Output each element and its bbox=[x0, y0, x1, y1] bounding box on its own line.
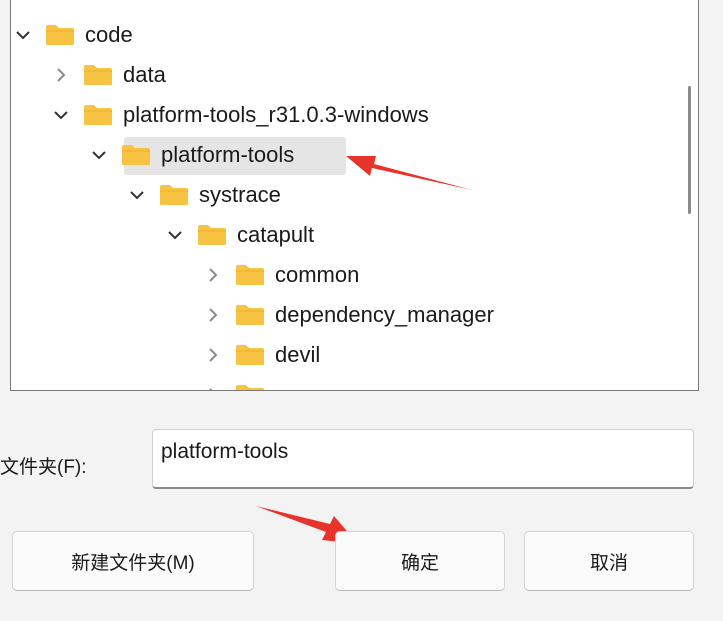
folder-input[interactable]: platform-tools bbox=[152, 429, 694, 489]
tree-item-label: code bbox=[85, 22, 133, 47]
chevron-down-icon[interactable] bbox=[165, 218, 185, 252]
folder-icon bbox=[236, 345, 264, 365]
tree-item-dependency-manager[interactable]: dependency_manager bbox=[203, 298, 494, 332]
folder-icon bbox=[122, 145, 150, 165]
tree-item-partial[interactable] bbox=[203, 378, 275, 390]
chevron-right-icon[interactable] bbox=[203, 378, 223, 390]
tree-item-label: dependency_manager bbox=[275, 302, 494, 327]
tree-item-catapult[interactable]: catapult bbox=[165, 218, 314, 252]
folder-icon bbox=[236, 385, 264, 390]
tree-item-label: data bbox=[123, 62, 166, 87]
folder-icon bbox=[46, 25, 74, 45]
folder-icon bbox=[236, 305, 264, 325]
tree-item-label: platform-tools_r31.0.3-windows bbox=[123, 102, 429, 127]
tree-item-label: platform-tools bbox=[161, 142, 295, 167]
scrollbar-thumb[interactable] bbox=[688, 86, 691, 214]
chevron-right-icon[interactable] bbox=[51, 58, 71, 92]
tree-item-label: systrace bbox=[199, 182, 281, 207]
folder-icon bbox=[198, 225, 226, 245]
chevron-right-icon[interactable] bbox=[203, 298, 223, 332]
vertical-scrollbar[interactable] bbox=[680, 0, 698, 390]
tree-item-code[interactable]: code bbox=[13, 18, 133, 52]
chevron-right-icon[interactable] bbox=[203, 258, 223, 292]
cancel-button[interactable]: 取消 bbox=[524, 531, 694, 591]
ok-button[interactable]: 确定 bbox=[335, 531, 505, 591]
tree-item-systrace[interactable]: systrace bbox=[127, 178, 281, 212]
tree-item-devil[interactable]: devil bbox=[203, 338, 320, 372]
folder-icon bbox=[236, 265, 264, 285]
new-folder-button[interactable]: 新建文件夹(M) bbox=[12, 531, 254, 591]
chevron-down-icon[interactable] bbox=[51, 98, 71, 132]
folder-tree-panel: code data platform-tools_r31.0.3-windows… bbox=[10, 0, 699, 391]
chevron-down-icon[interactable] bbox=[13, 18, 33, 52]
tree-item-platform-tools-r31[interactable]: platform-tools_r31.0.3-windows bbox=[51, 98, 429, 132]
folder-icon bbox=[84, 65, 112, 85]
chevron-right-icon[interactable] bbox=[203, 338, 223, 372]
tree-item-label: devil bbox=[275, 342, 321, 367]
tree-item-platform-tools[interactable]: platform-tools bbox=[89, 138, 294, 172]
chevron-down-icon[interactable] bbox=[127, 178, 147, 212]
chevron-down-icon[interactable] bbox=[89, 138, 109, 172]
tree-item-label: catapult bbox=[237, 222, 315, 247]
tree-item-data[interactable]: data bbox=[51, 58, 166, 92]
folder-field-label: 文件夹(F): bbox=[0, 457, 87, 478]
tree-item-common[interactable]: common bbox=[203, 258, 359, 292]
folder-icon bbox=[160, 185, 188, 205]
folder-icon bbox=[84, 105, 112, 125]
tree-item-label: common bbox=[275, 262, 360, 287]
